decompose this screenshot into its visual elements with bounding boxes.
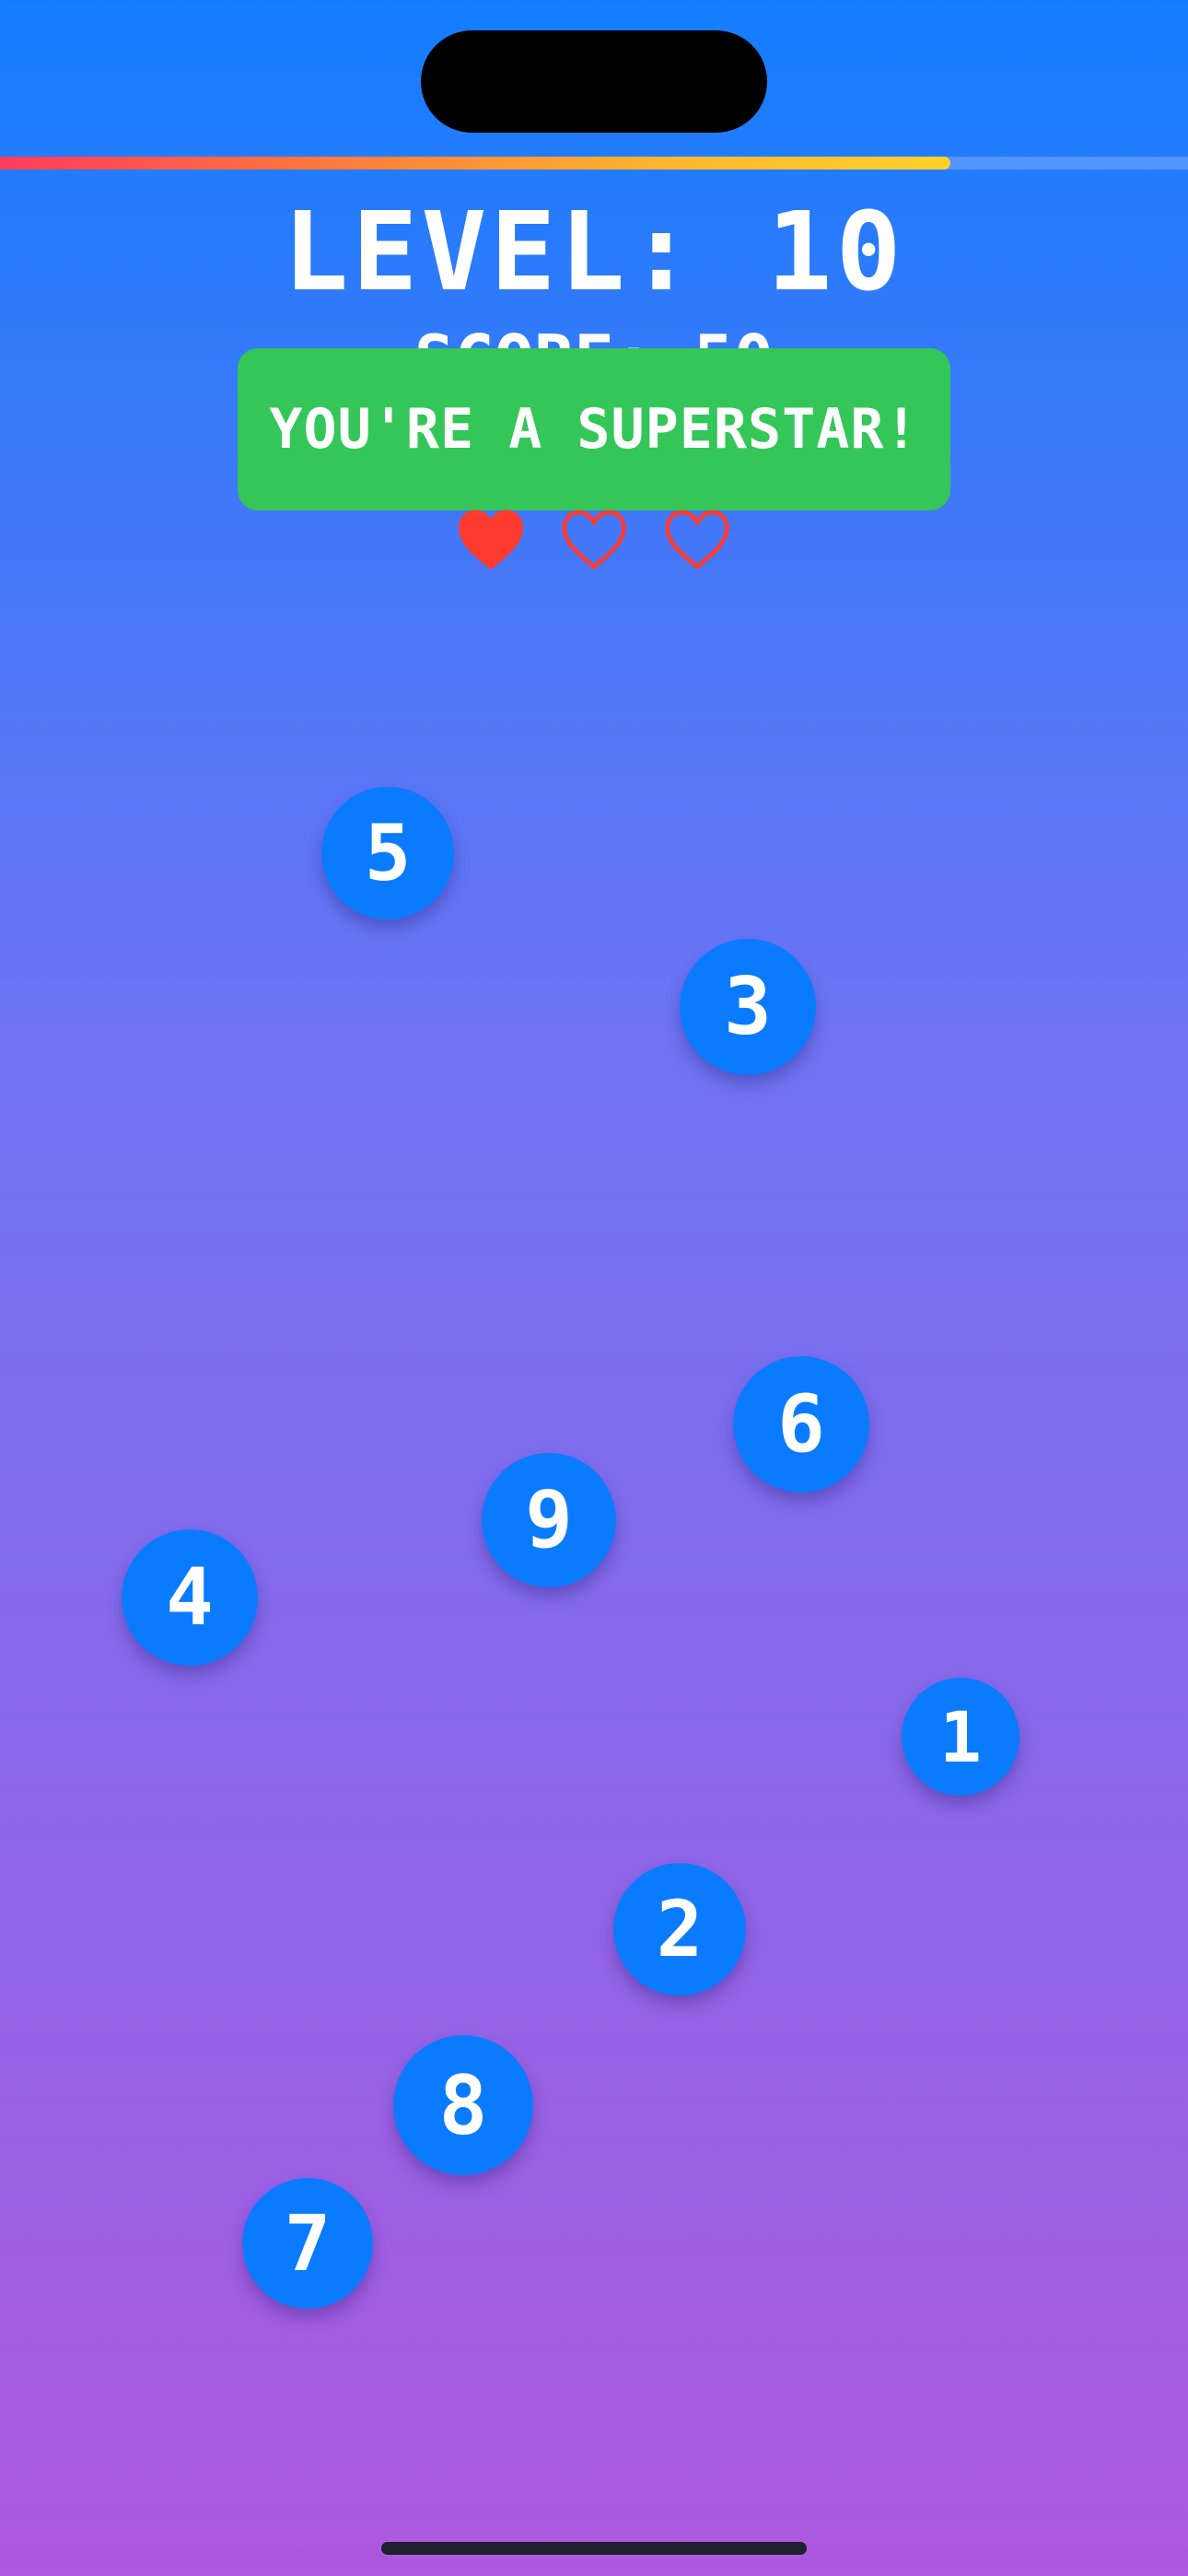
bubble-number: 2 (656, 1884, 704, 1974)
number-bubble[interactable]: 7 (242, 2178, 373, 2309)
bubble-number: 5 (364, 808, 412, 898)
heart-outline-icon (562, 509, 626, 569)
superstar-toast: YOU'RE A SUPERSTAR! (238, 348, 950, 510)
bubble-number: 9 (525, 1474, 573, 1566)
bubble-number: 6 (777, 1378, 825, 1470)
number-bubble[interactable]: 5 (321, 787, 454, 919)
number-bubble[interactable]: 2 (613, 1863, 746, 1996)
dynamic-island (421, 30, 767, 133)
level-progress-bar (0, 157, 1188, 170)
bubble-number: 8 (438, 2057, 488, 2153)
number-bubble[interactable]: 1 (902, 1678, 1019, 1796)
level-label: LEVEL: 10 (283, 188, 905, 315)
bubble-number: 4 (166, 1551, 214, 1644)
number-bubble[interactable]: 8 (393, 2035, 533, 2175)
number-bubble[interactable]: 4 (122, 1529, 258, 1666)
home-indicator[interactable] (381, 2542, 807, 2555)
number-bubble[interactable]: 3 (680, 939, 816, 1075)
bubble-number: 1 (939, 1695, 982, 1778)
lives-indicator (0, 505, 1188, 579)
bubble-number: 7 (284, 2198, 332, 2289)
heart-outline-icon (665, 509, 729, 569)
heart-icon (459, 509, 523, 570)
level-progress-fill (0, 157, 950, 170)
bubble-number: 3 (724, 961, 772, 1053)
toast-text: YOU'RE A SUPERSTAR! (269, 397, 919, 462)
number-bubble[interactable]: 9 (482, 1453, 616, 1587)
number-bubble[interactable]: 6 (733, 1356, 869, 1493)
